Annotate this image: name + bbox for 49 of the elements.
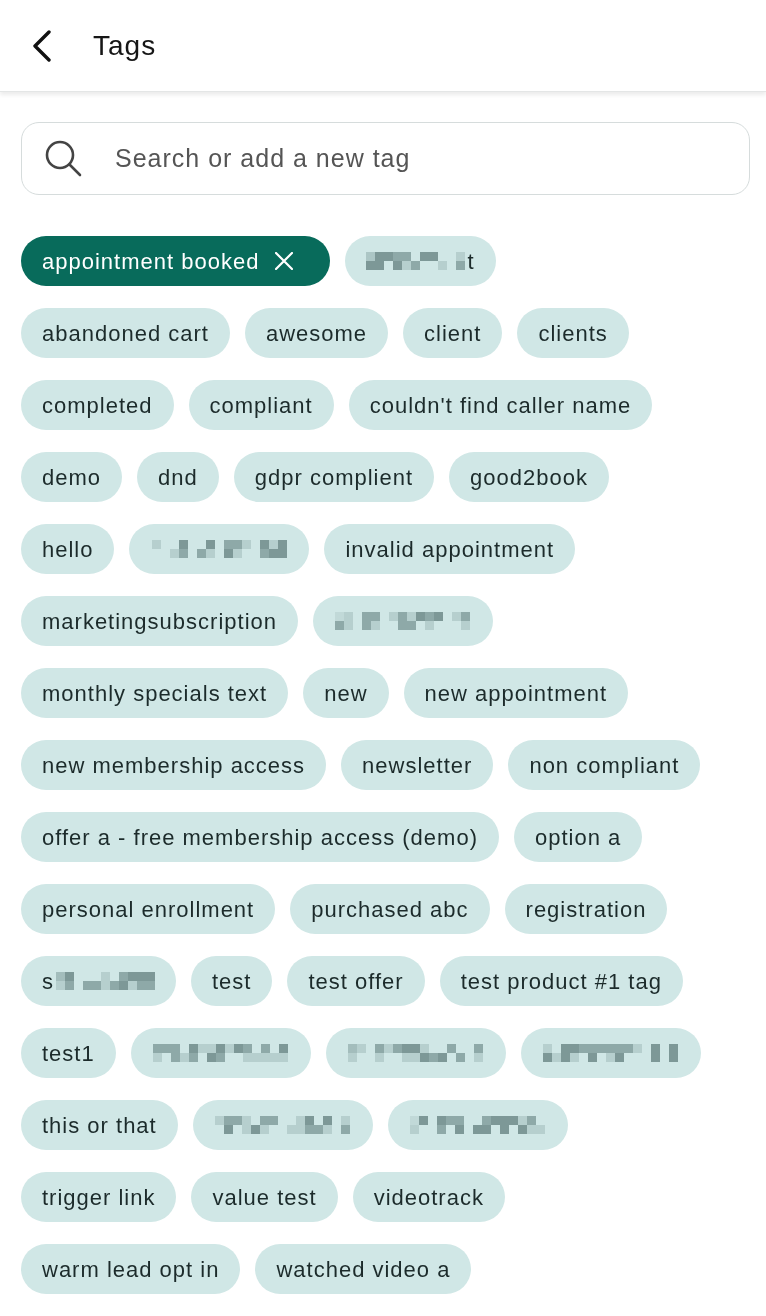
redacted-tag-chip[interactable]: s (21, 956, 176, 1006)
tag-chip[interactable]: client (403, 308, 503, 358)
tag-chip[interactable]: test1 (21, 1028, 116, 1078)
page-title: Tags (93, 28, 157, 63)
tag-chip[interactable]: dnd (137, 452, 219, 502)
tag-chip[interactable]: registration (504, 884, 668, 934)
tag-chip[interactable]: monthly specials text (21, 668, 289, 718)
tag-chip[interactable]: invalid appointment (324, 524, 576, 574)
tag-chip[interactable]: videotrack (352, 1172, 505, 1222)
search-icon (44, 139, 82, 177)
tag-chip[interactable]: trigger link (21, 1172, 177, 1222)
tag-chip[interactable]: clients (517, 308, 629, 358)
tag-chip[interactable]: value test (191, 1172, 338, 1222)
tag-chip[interactable]: demo (21, 452, 123, 502)
tag-chip[interactable]: option a (513, 812, 643, 862)
tag-chip[interactable]: awesome (244, 308, 389, 358)
tag-chip[interactable]: personal enrollment (21, 884, 276, 934)
tag-chip[interactable]: good2book (449, 452, 609, 502)
tag-chip[interactable]: hello (21, 524, 115, 574)
redacted-tag-chip[interactable] (387, 1100, 568, 1150)
redacted-tag-chip[interactable] (313, 596, 493, 646)
tag-chip[interactable]: marketingsubscription (21, 596, 298, 646)
tag-chip[interactable]: newsletter (341, 740, 494, 790)
redacted-tag-chip[interactable] (192, 1100, 373, 1150)
tag-chip[interactable]: appointment booked (21, 236, 331, 286)
search-field[interactable]: Search or add a new tag (21, 122, 750, 195)
tag-chip[interactable]: gdpr complient (233, 452, 435, 502)
tag-chip[interactable]: compliant (188, 380, 334, 430)
tag-chip[interactable]: new membership access (21, 740, 327, 790)
tag-chip[interactable]: this or that (21, 1100, 178, 1150)
tag-chip[interactable]: purchased abc (290, 884, 490, 934)
tag-chip[interactable]: watched video a (255, 1244, 472, 1294)
redacted-tag-chip[interactable] (325, 1028, 506, 1078)
redacted-tag-chip[interactable] (520, 1028, 701, 1078)
tag-chip[interactable]: non compliant (508, 740, 701, 790)
tag-chip[interactable]: couldn't find caller name (348, 380, 653, 430)
redacted-tag-chip[interactable]: t (345, 236, 496, 286)
close-icon[interactable] (275, 252, 294, 270)
redacted-tag-chip[interactable] (129, 524, 310, 574)
tag-chip[interactable]: new (303, 668, 389, 718)
tag-chip[interactable]: test (191, 956, 273, 1006)
redacted-tag-chip[interactable] (130, 1028, 311, 1078)
tag-chip[interactable]: offer a - free membership access (demo) (21, 812, 499, 862)
tag-chip[interactable]: test product #1 tag (439, 956, 683, 1006)
tag-chip[interactable]: warm lead opt in (21, 1244, 241, 1294)
tag-chip[interactable]: test offer (287, 956, 425, 1006)
tag-chip[interactable]: abandoned cart (21, 308, 230, 358)
tag-chip[interactable]: new appointment (403, 668, 629, 718)
tag-chip[interactable]: completed (21, 380, 174, 430)
